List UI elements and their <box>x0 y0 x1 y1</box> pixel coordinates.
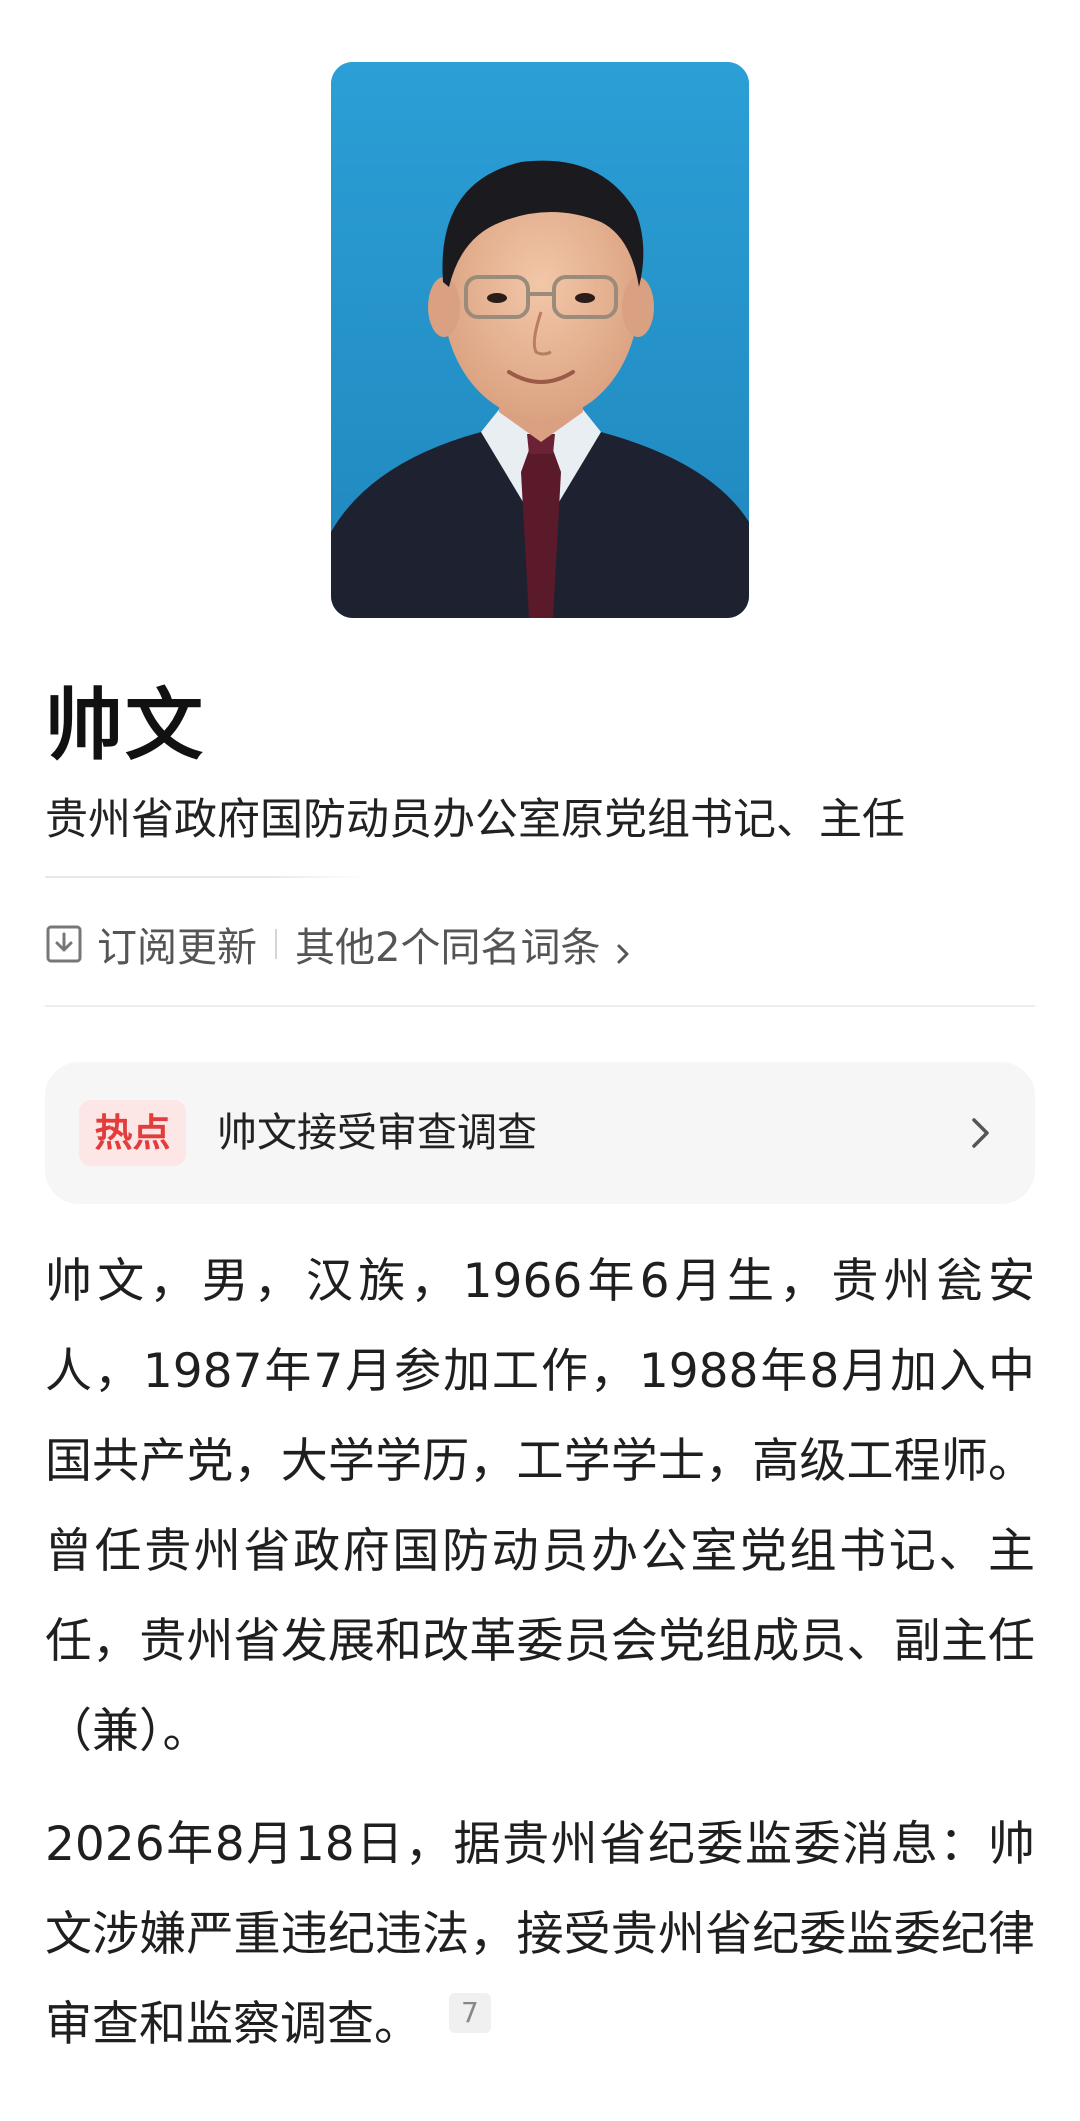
section-divider <box>45 1005 1035 1007</box>
portrait-illustration <box>331 62 749 618</box>
hot-badge: 热点 <box>79 1100 186 1166</box>
hot-topic-text[interactable]: 帅文接受审查调查 <box>217 1100 537 1166</box>
subscribe-button[interactable]: 订阅更新 <box>97 915 257 973</box>
entry-subtitle: 贵州省政府国防动员办公室原党组书记、主任 <box>45 795 905 845</box>
title-divider <box>45 876 365 878</box>
hot-topic-card[interactable]: 热点 帅文接受审查调查 <box>45 1062 1035 1204</box>
action-separator <box>275 929 277 959</box>
news-paragraph: 2026年8月18日，据贵州省纪委监委消息：帅文涉嫌严重违纪违法，接受贵州省纪委… <box>45 1800 1035 2070</box>
entry-title: 帅文 <box>45 681 206 771</box>
subscribe-icon[interactable] <box>45 924 83 964</box>
portrait-photo[interactable] <box>331 62 749 618</box>
chevron-right-icon[interactable] <box>959 1112 1001 1154</box>
encyclopedia-entry-page: 帅文 贵州省政府国防动员办公室原党组书记、主任 订阅更新 其他2个同名词条 热点… <box>0 0 1080 2121</box>
chevron-right-icon[interactable] <box>610 931 636 964</box>
summary-paragraph: 帅文，男，汉族，1966年6月生，贵州瓮安人，1987年7月参加工作，1988年… <box>45 1254 1035 1759</box>
reference-badge[interactable]: 7 <box>449 1993 491 2033</box>
same-name-entries-link[interactable]: 其他2个同名词条 <box>295 915 600 973</box>
news-paragraph-text: 2026年8月18日，据贵州省纪委监委消息：帅文涉嫌严重违纪违法，接受贵州省纪委… <box>45 1817 1035 2052</box>
action-row: 订阅更新 其他2个同名词条 <box>45 912 636 976</box>
